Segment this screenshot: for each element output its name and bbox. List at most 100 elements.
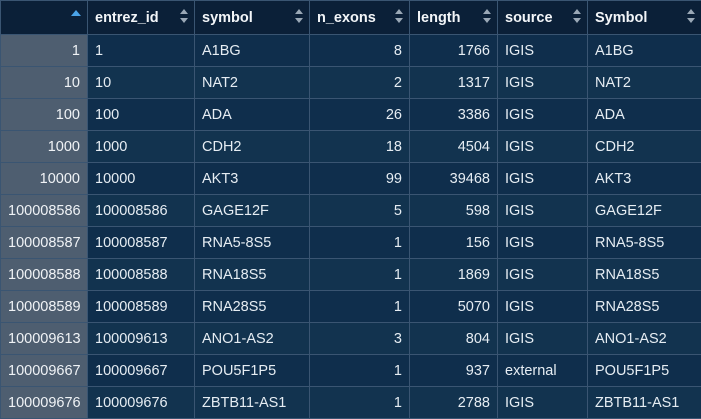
- cell-entrez-id[interactable]: 100008588: [88, 259, 195, 291]
- cell-symbol[interactable]: ADA: [588, 99, 701, 131]
- column-header-source[interactable]: source: [498, 1, 588, 35]
- cell-source[interactable]: IGIS: [498, 323, 588, 355]
- table-row[interactable]: 1000010000AKT39939468IGISAKT3: [1, 163, 701, 195]
- cell-rowname[interactable]: 100008589: [1, 291, 88, 323]
- cell-entrez-id[interactable]: 100: [88, 99, 195, 131]
- sort-ascending-icon[interactable]: [71, 10, 81, 16]
- cell-n-exons[interactable]: 99: [310, 163, 410, 195]
- sort-toggle-icon[interactable]: [687, 7, 696, 27]
- cell-symbol[interactable]: RNA28S5: [195, 291, 310, 323]
- table-row[interactable]: 100008589100008589RNA28S515070IGISRNA28S…: [1, 291, 701, 323]
- sort-toggle-icon[interactable]: [395, 7, 404, 27]
- table-row[interactable]: 100100ADA263386IGISADA: [1, 99, 701, 131]
- cell-length[interactable]: 39468: [410, 163, 498, 195]
- sort-toggle-icon[interactable]: [483, 7, 492, 27]
- cell-symbol[interactable]: A1BG: [588, 35, 701, 67]
- cell-symbol[interactable]: RNA18S5: [588, 259, 701, 291]
- cell-symbol[interactable]: ZBTB11-AS1: [588, 387, 701, 419]
- cell-length[interactable]: 598: [410, 195, 498, 227]
- cell-symbol[interactable]: ADA: [195, 99, 310, 131]
- cell-symbol[interactable]: NAT2: [195, 67, 310, 99]
- table-row[interactable]: 100009667100009667POU5F1P51937externalPO…: [1, 355, 701, 387]
- cell-n-exons[interactable]: 26: [310, 99, 410, 131]
- cell-source[interactable]: IGIS: [498, 131, 588, 163]
- sort-toggle-icon[interactable]: [180, 7, 189, 27]
- cell-rowname[interactable]: 100009676: [1, 387, 88, 419]
- cell-symbol[interactable]: RNA18S5: [195, 259, 310, 291]
- cell-n-exons[interactable]: 1: [310, 227, 410, 259]
- cell-symbol[interactable]: RNA5-8S5: [195, 227, 310, 259]
- sort-toggle-icon[interactable]: [295, 7, 304, 27]
- cell-length[interactable]: 804: [410, 323, 498, 355]
- cell-n-exons[interactable]: 3: [310, 323, 410, 355]
- column-header-entrez-id[interactable]: entrez_id: [88, 1, 195, 35]
- cell-entrez-id[interactable]: 100008587: [88, 227, 195, 259]
- table-row[interactable]: 10001000CDH2184504IGISCDH2: [1, 131, 701, 163]
- cell-rowname[interactable]: 100008586: [1, 195, 88, 227]
- cell-symbol[interactable]: POU5F1P5: [195, 355, 310, 387]
- cell-source[interactable]: IGIS: [498, 259, 588, 291]
- cell-length[interactable]: 4504: [410, 131, 498, 163]
- cell-n-exons[interactable]: 8: [310, 35, 410, 67]
- cell-source[interactable]: external: [498, 355, 588, 387]
- cell-source[interactable]: IGIS: [498, 195, 588, 227]
- cell-source[interactable]: IGIS: [498, 67, 588, 99]
- cell-entrez-id[interactable]: 100008589: [88, 291, 195, 323]
- cell-source[interactable]: IGIS: [498, 35, 588, 67]
- cell-symbol[interactable]: RNA5-8S5: [588, 227, 701, 259]
- cell-source[interactable]: IGIS: [498, 99, 588, 131]
- cell-rowname[interactable]: 100009667: [1, 355, 88, 387]
- column-header-symbol[interactable]: symbol: [195, 1, 310, 35]
- cell-rowname[interactable]: 1000: [1, 131, 88, 163]
- sort-toggle-icon[interactable]: [573, 7, 582, 27]
- cell-rowname[interactable]: 100009613: [1, 323, 88, 355]
- cell-entrez-id[interactable]: 100008586: [88, 195, 195, 227]
- cell-length[interactable]: 156: [410, 227, 498, 259]
- cell-n-exons[interactable]: 1: [310, 291, 410, 323]
- column-header-rowname[interactable]: [1, 1, 88, 35]
- table-row[interactable]: 100009613100009613ANO1-AS23804IGISANO1-A…: [1, 323, 701, 355]
- table-row[interactable]: 11A1BG81766IGISA1BG: [1, 35, 701, 67]
- table-row[interactable]: 100008587100008587RNA5-8S51156IGISRNA5-8…: [1, 227, 701, 259]
- cell-entrez-id[interactable]: 1: [88, 35, 195, 67]
- cell-symbol[interactable]: ANO1-AS2: [588, 323, 701, 355]
- cell-source[interactable]: IGIS: [498, 227, 588, 259]
- cell-symbol[interactable]: GAGE12F: [195, 195, 310, 227]
- cell-length[interactable]: 2788: [410, 387, 498, 419]
- cell-n-exons[interactable]: 5: [310, 195, 410, 227]
- cell-symbol[interactable]: AKT3: [195, 163, 310, 195]
- cell-symbol[interactable]: ZBTB11-AS1: [195, 387, 310, 419]
- cell-source[interactable]: IGIS: [498, 387, 588, 419]
- cell-entrez-id[interactable]: 10000: [88, 163, 195, 195]
- cell-n-exons[interactable]: 1: [310, 355, 410, 387]
- cell-length[interactable]: 3386: [410, 99, 498, 131]
- cell-rowname[interactable]: 100008587: [1, 227, 88, 259]
- cell-symbol[interactable]: ANO1-AS2: [195, 323, 310, 355]
- cell-symbol[interactable]: NAT2: [588, 67, 701, 99]
- table-row[interactable]: 1010NAT221317IGISNAT2: [1, 67, 701, 99]
- cell-rowname[interactable]: 100008588: [1, 259, 88, 291]
- column-header-length[interactable]: length: [410, 1, 498, 35]
- cell-symbol[interactable]: AKT3: [588, 163, 701, 195]
- cell-symbol[interactable]: A1BG: [195, 35, 310, 67]
- cell-symbol[interactable]: RNA28S5: [588, 291, 701, 323]
- cell-entrez-id[interactable]: 1000: [88, 131, 195, 163]
- cell-rowname[interactable]: 100: [1, 99, 88, 131]
- cell-symbol[interactable]: CDH2: [195, 131, 310, 163]
- table-row[interactable]: 100008588100008588RNA18S511869IGISRNA18S…: [1, 259, 701, 291]
- table-row[interactable]: 100009676100009676ZBTB11-AS112788IGISZBT…: [1, 387, 701, 419]
- cell-entrez-id[interactable]: 10: [88, 67, 195, 99]
- cell-symbol[interactable]: POU5F1P5: [588, 355, 701, 387]
- cell-length[interactable]: 937: [410, 355, 498, 387]
- cell-n-exons[interactable]: 2: [310, 67, 410, 99]
- cell-entrez-id[interactable]: 100009667: [88, 355, 195, 387]
- cell-n-exons[interactable]: 18: [310, 131, 410, 163]
- cell-n-exons[interactable]: 1: [310, 259, 410, 291]
- cell-source[interactable]: IGIS: [498, 163, 588, 195]
- cell-rowname[interactable]: 1: [1, 35, 88, 67]
- cell-n-exons[interactable]: 1: [310, 387, 410, 419]
- table-row[interactable]: 100008586100008586GAGE12F5598IGISGAGE12F: [1, 195, 701, 227]
- cell-rowname[interactable]: 10: [1, 67, 88, 99]
- cell-symbol[interactable]: GAGE12F: [588, 195, 701, 227]
- cell-length[interactable]: 1317: [410, 67, 498, 99]
